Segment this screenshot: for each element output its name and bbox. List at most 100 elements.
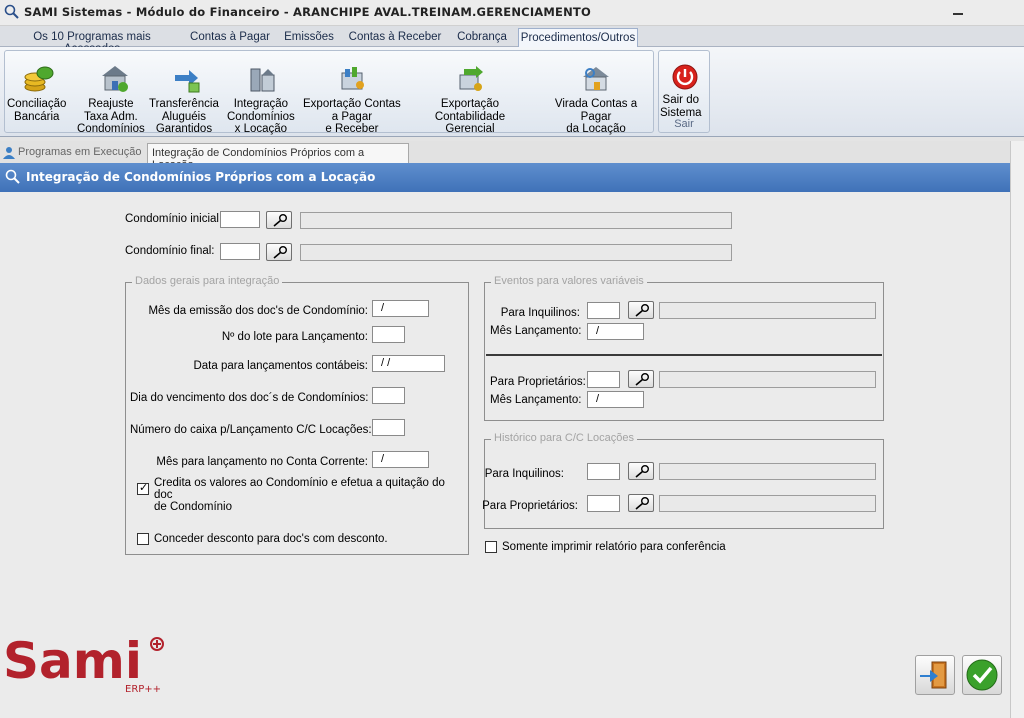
minimize-button[interactable] (950, 4, 966, 18)
integracao-condominios-button[interactable]: Integração Condomínios x Locação (227, 63, 299, 135)
desconto-checkbox[interactable] (137, 533, 149, 545)
tab-procedimentos-outros[interactable]: Procedimentos/Outros (518, 28, 638, 47)
eventos-mes-inq-input[interactable]: / (587, 323, 644, 340)
tab-contas-pagar[interactable]: Contas à Pagar (184, 28, 276, 47)
eventos-proprietarios-input[interactable] (587, 371, 620, 388)
dados-gerais-title: Dados gerais para integração (132, 275, 283, 287)
mes-cc-input[interactable]: / (372, 451, 429, 468)
numero-caixa-label: Número do caixa p/Lançamento C/C Locaçõe… (130, 424, 372, 436)
tab-integracao-condominios[interactable]: Integração de Condomínios Próprios com a… (147, 143, 409, 171)
panel-header: Integração de Condomínios Próprios com a… (0, 163, 1010, 192)
eventos-mes-inq-label: Mês Lançamento: (490, 325, 582, 337)
condominio-final-lookup-button[interactable] (266, 243, 292, 261)
sair-sistema-button[interactable]: Sair do Sistema (660, 63, 710, 119)
export-icon (341, 67, 364, 90)
condominio-inicial-input[interactable] (220, 211, 260, 228)
eventos-mes-prop-input[interactable]: / (587, 391, 644, 408)
exportacao-contas-label: Exportação Contas a Pagar e Receber (303, 98, 401, 135)
ribbon: Conciliação Bancária Reajuste Taxa Adm. … (0, 47, 1024, 137)
tab-top-10[interactable]: Os 10 Programas mais Acessados (4, 28, 180, 55)
check-icon: ✓ (139, 482, 149, 494)
condominio-final-description (300, 244, 732, 261)
confirm-button[interactable] (962, 655, 1002, 695)
historico-inquilinos-label: Para Inquilinos: (484, 468, 564, 480)
dia-vencimento-label: Dia do vencimento dos doc´s de Condomíni… (130, 392, 369, 404)
tab-cobranca[interactable]: Cobrança (452, 28, 512, 47)
dia-vencimento-input[interactable] (372, 387, 405, 404)
condominio-inicial-lookup-button[interactable] (266, 211, 292, 229)
eventos-inquilinos-input[interactable] (587, 302, 620, 319)
historico-proprietarios-description (659, 495, 876, 512)
conciliacao-label: Conciliação Bancária (7, 98, 67, 123)
eventos-inquilinos-lookup-button[interactable] (628, 301, 654, 319)
eventos-proprietarios-description (659, 371, 876, 388)
programas-execucao-label: Programas em Execução (18, 146, 142, 158)
somente-imprimir-checkbox[interactable] (485, 541, 497, 553)
ribbon-group-procedimentos: Conciliação Bancária Reajuste Taxa Adm. … (4, 50, 654, 135)
historico-inquilinos-input[interactable] (587, 463, 620, 480)
eventos-mes-prop-label: Mês Lançamento: (490, 394, 582, 406)
logo-text: Sami (3, 632, 142, 690)
condominio-final-label: Condomínio final: (125, 245, 215, 257)
desconto-label: Conceder desconto para doc's com descont… (154, 533, 388, 545)
data-lancamentos-input[interactable]: / / (372, 355, 445, 372)
historico-inquilinos-description (659, 463, 876, 480)
transfer-icon (175, 70, 200, 93)
key-icon (273, 214, 287, 227)
check-icon (966, 659, 998, 691)
transferencia-alugueis-button[interactable]: Transferência Aluguéis Garantidos (149, 63, 225, 135)
eventos-inquilinos-label: Para Inquilinos: (500, 307, 580, 319)
ribbon-group-sair: Sair do Sistema Sair (658, 50, 710, 133)
virada-contas-button[interactable]: Virada Contas a Pagar da Locação (539, 63, 653, 135)
mes-emissao-input[interactable]: / (372, 300, 429, 317)
eventos-title: Eventos para valores variáveis (491, 275, 647, 287)
historico-proprietarios-input[interactable] (587, 495, 620, 512)
historico-title: Histórico para C/C Locações (491, 432, 638, 444)
historico-inquilinos-lookup-button[interactable] (628, 462, 654, 480)
transferencia-label: Transferência Aluguéis Garantidos (149, 98, 219, 135)
eventos-proprietarios-label: Para Proprietários: (490, 376, 586, 388)
numero-caixa-input[interactable] (372, 419, 405, 436)
document-tabs: Programas em Execução Integração de Cond… (0, 141, 1024, 171)
logo-subtext: ERP++ (125, 684, 161, 694)
tab-contas-receber[interactable]: Contas à Receber (344, 28, 446, 47)
key-icon (635, 497, 649, 510)
mes-cc-label: Mês para lançamento no Conta Corrente: (156, 456, 368, 468)
condominio-final-input[interactable] (220, 243, 260, 260)
export-accounting-icon (459, 66, 483, 91)
eventos-proprietarios-lookup-button[interactable] (628, 370, 654, 388)
window-title: SAMI Sistemas - Módulo do Financeiro - A… (24, 5, 591, 19)
sami-logo: Sami ERP++ (3, 632, 164, 694)
reajuste-taxa-button[interactable]: Reajuste Taxa Adm. Condomínios (77, 63, 153, 135)
mes-emissao-label: Mês da emissão dos doc's de Condomínio: (148, 305, 368, 317)
app-icon (4, 4, 19, 19)
panel-title: Integração de Condomínios Próprios com a… (26, 170, 376, 184)
eventos-inquilinos-description (659, 302, 876, 319)
conciliacao-bancaria-button[interactable]: Conciliação Bancária (7, 63, 71, 123)
tab-programas-execucao[interactable]: Programas em Execução (2, 143, 146, 163)
exportacao-contas-button[interactable]: Exportação Contas a Pagar e Receber (303, 63, 401, 135)
key-icon (273, 246, 287, 259)
condominio-inicial-description (300, 212, 732, 229)
reajuste-label: Reajuste Taxa Adm. Condomínios (77, 98, 145, 135)
lote-input[interactable] (372, 326, 405, 343)
coins-icon (24, 66, 54, 92)
exportacao-contabilidade-label: Exportação Contabilidade Gerencial (434, 98, 506, 135)
integracao-label: Integração Condomínios x Locação (227, 98, 295, 135)
house-key-icon (583, 67, 609, 91)
credita-label: Credita os valores ao Condomínio e efetu… (154, 477, 445, 513)
historico-proprietarios-label: Para Proprietários: (482, 500, 578, 512)
historico-proprietarios-lookup-button[interactable] (628, 494, 654, 512)
credita-checkbox[interactable]: ✓ (137, 482, 149, 495)
scrollbar[interactable] (1010, 141, 1024, 718)
tab-emissoes[interactable]: Emissões (280, 28, 338, 47)
exit-button[interactable] (915, 655, 955, 695)
lote-label: Nº do lote para Lançamento: (221, 331, 368, 343)
house-money-icon (102, 66, 128, 92)
exportacao-contabilidade-button[interactable]: Exportação Contabilidade Gerencial (405, 63, 535, 135)
sair-group-caption: Sair (674, 118, 694, 130)
key-icon (635, 465, 649, 478)
person-icon (3, 147, 15, 159)
data-lancamentos-label: Data para lançamentos contábeis: (193, 360, 368, 372)
virada-label: Virada Contas a Pagar da Locação (554, 98, 638, 135)
